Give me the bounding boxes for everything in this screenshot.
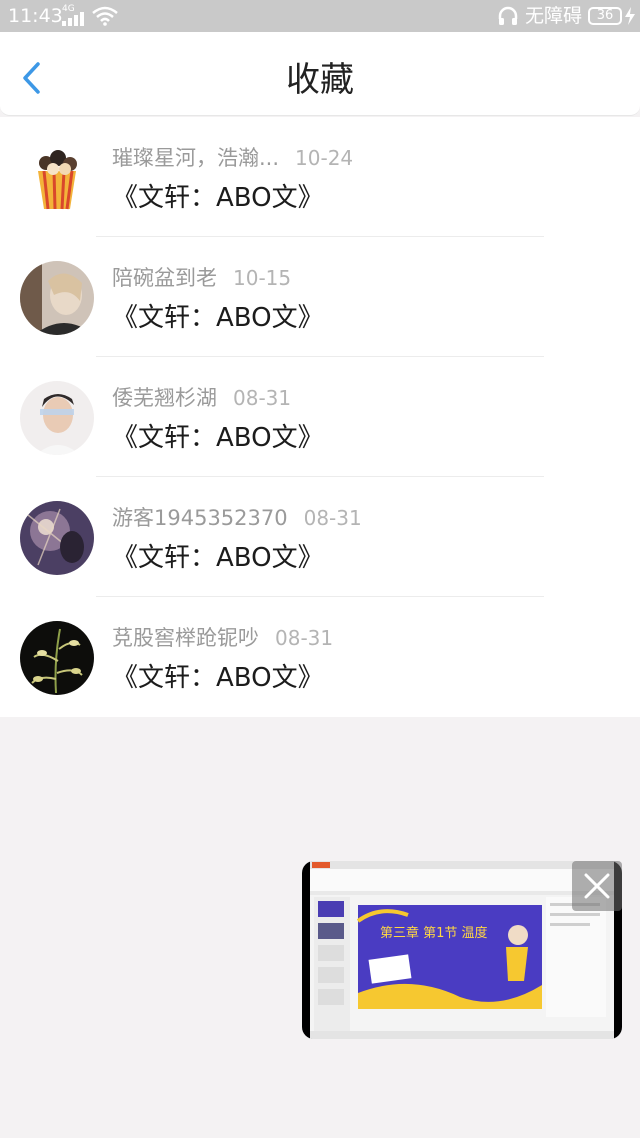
list-item[interactable]: 莌股窖榉跄铌吵 08-31 《文轩：ABO文》 [0,597,640,717]
list-item-date: 08-31 [275,626,334,650]
list-item[interactable]: 陪碗盆到老 10-15 《文轩：ABO文》 [0,237,640,357]
accessibility-label: 无障碍 [525,5,583,27]
list-item-title: 《文轩：ABO文》 [112,303,324,333]
charging-icon [625,7,635,25]
list-item-name: 陪碗盆到老 10-15 [112,262,291,292]
floating-window-screen: 第三章 第1节 温度 [310,861,614,1039]
favorites-list: 璀璨星河，浩瀚... 10-24 《文轩：ABO文》 陪碗盆到老 10-15 《文轩… [0,117,640,717]
back-button[interactable] [18,60,48,96]
user-name: 陪碗盆到老 [112,266,217,290]
avatar [20,621,94,695]
user-name: 莌股窖榉跄铌吵 [112,626,259,650]
list-item-name: 莌股窖榉跄铌吵 08-31 [112,622,333,652]
avatar [20,261,94,335]
avatar [20,501,94,575]
list-item-title: 《文轩：ABO文》 [112,543,324,573]
list-item[interactable]: 璀璨星河，浩瀚... 10-24 《文轩：ABO文》 [0,117,640,237]
list-item-name: 倭芜翘杉湖 08-31 [112,382,291,412]
list-item[interactable]: 倭芜翘杉湖 08-31 《文轩：ABO文》 [0,357,640,477]
user-name: 倭芜翘杉湖 [112,386,217,410]
wifi-icon [92,6,118,26]
user-name: 璀璨星河，浩瀚... [112,146,280,170]
list-item-date: 08-31 [303,506,362,530]
list-item-title: 《文轩：ABO文》 [112,423,324,453]
list-item-title: 《文轩：ABO文》 [112,663,324,693]
header: 收藏 [0,32,640,116]
list-item-name: 游客1945352370 08-31 [112,502,362,532]
list-item-date: 10-15 [233,266,292,290]
battery-icon: 36 [588,7,622,25]
user-name: 游客1945352370 [112,506,288,530]
signal-icon [62,12,86,26]
avatar [20,141,94,215]
headset-icon [498,6,518,25]
list-item-date: 10-24 [295,146,354,170]
list-item-date: 08-31 [233,386,292,410]
list-item-name: 璀璨星河，浩瀚... 10-24 [112,142,353,172]
status-time: 11:43 [8,5,63,27]
close-button[interactable] [572,861,622,911]
slide-heading: 第三章 第1节 温度 [380,925,488,941]
avatar [20,381,94,455]
status-bar: 11:43 4G 无障碍 36 [0,0,640,32]
list-item-title: 《文轩：ABO文》 [112,183,324,213]
page-title: 收藏 [286,60,354,100]
list-item[interactable]: 游客1945352370 08-31 《文轩：ABO文》 [0,477,640,597]
